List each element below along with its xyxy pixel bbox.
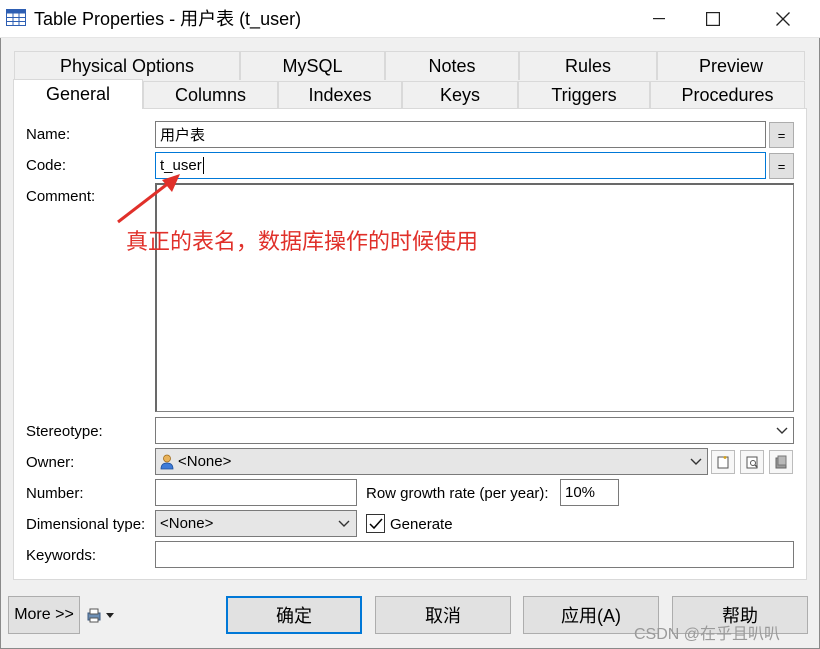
stereotype-combo[interactable] bbox=[155, 417, 794, 444]
tab-triggers[interactable]: Triggers bbox=[518, 81, 650, 109]
row-growth-input[interactable]: 10% bbox=[560, 479, 619, 506]
number-label: Number: bbox=[26, 485, 84, 502]
chevron-down-icon bbox=[776, 427, 788, 434]
owner-properties-button[interactable] bbox=[769, 450, 793, 474]
minimize-icon bbox=[653, 18, 665, 20]
chevron-down-icon bbox=[338, 520, 350, 527]
browse-icon bbox=[746, 456, 758, 469]
text-cursor bbox=[202, 157, 204, 174]
select-owner-button[interactable] bbox=[740, 450, 764, 474]
tab-notes[interactable]: Notes bbox=[385, 51, 519, 80]
tab-preview[interactable]: Preview bbox=[657, 51, 805, 80]
user-icon bbox=[160, 454, 174, 470]
cancel-button[interactable]: 取消 bbox=[375, 596, 511, 634]
annotation-arrow-icon bbox=[117, 174, 180, 224]
maximize-icon bbox=[706, 12, 720, 26]
owner-label: Owner: bbox=[26, 454, 75, 471]
name-input[interactable]: 用户表 bbox=[155, 121, 766, 148]
new-owner-button[interactable] bbox=[711, 450, 735, 474]
dropdown-arrow-icon bbox=[106, 612, 114, 618]
row-growth-label: Row growth rate (per year): bbox=[366, 485, 549, 502]
tab-physical-options[interactable]: Physical Options bbox=[14, 51, 240, 80]
ok-button[interactable]: 确定 bbox=[226, 596, 362, 634]
new-document-icon bbox=[717, 456, 729, 469]
tab-mysql[interactable]: MySQL bbox=[240, 51, 385, 80]
name-equals-button[interactable]: = bbox=[769, 122, 794, 148]
close-icon bbox=[776, 12, 790, 26]
checkmark-icon bbox=[368, 518, 383, 529]
owner-value: <None> bbox=[178, 453, 232, 470]
code-label: Code: bbox=[26, 157, 67, 174]
dimensional-type-combo[interactable]: <None> bbox=[155, 510, 357, 537]
title-bar: Table Properties - 用户表 (t_user) bbox=[0, 0, 820, 38]
stereotype-label: Stereotype: bbox=[26, 423, 103, 440]
annotation-text: 真正的表名，数据库操作的时候使用 bbox=[126, 230, 479, 255]
tab-columns[interactable]: Columns bbox=[143, 81, 278, 109]
maximize-button[interactable] bbox=[690, 0, 736, 38]
more-button[interactable]: More >> bbox=[8, 596, 80, 634]
watermark: CSDN @在乎且叭叭 bbox=[634, 626, 781, 643]
keywords-label: Keywords: bbox=[26, 547, 97, 564]
table-icon bbox=[6, 9, 26, 26]
tab-rules[interactable]: Rules bbox=[519, 51, 657, 80]
printer-icon bbox=[87, 608, 101, 623]
comment-label: Comment: bbox=[26, 188, 96, 205]
minimize-button[interactable] bbox=[636, 0, 682, 38]
tab-general[interactable]: General bbox=[13, 79, 143, 109]
generate-label: Generate bbox=[390, 516, 453, 533]
tab-indexes[interactable]: Indexes bbox=[278, 81, 402, 109]
close-button[interactable] bbox=[760, 0, 806, 38]
dimensional-type-value: <None> bbox=[160, 515, 214, 532]
window-title: Table Properties - 用户表 (t_user) bbox=[34, 9, 302, 29]
code-input[interactable]: t_user bbox=[155, 152, 766, 179]
generate-checkbox[interactable] bbox=[366, 514, 385, 533]
owner-combo[interactable]: <None> bbox=[155, 448, 708, 475]
keywords-input[interactable] bbox=[155, 541, 794, 568]
code-equals-button[interactable]: = bbox=[769, 153, 794, 179]
tab-procedures[interactable]: Procedures bbox=[650, 81, 805, 109]
chevron-down-icon bbox=[690, 458, 702, 465]
number-input[interactable] bbox=[155, 479, 357, 506]
comment-textarea[interactable] bbox=[155, 183, 794, 412]
dimensional-type-label: Dimensional type: bbox=[26, 516, 146, 533]
print-dropdown-button[interactable] bbox=[86, 604, 122, 626]
properties-icon bbox=[775, 455, 787, 469]
name-label: Name: bbox=[26, 126, 71, 143]
tab-keys[interactable]: Keys bbox=[402, 81, 518, 109]
